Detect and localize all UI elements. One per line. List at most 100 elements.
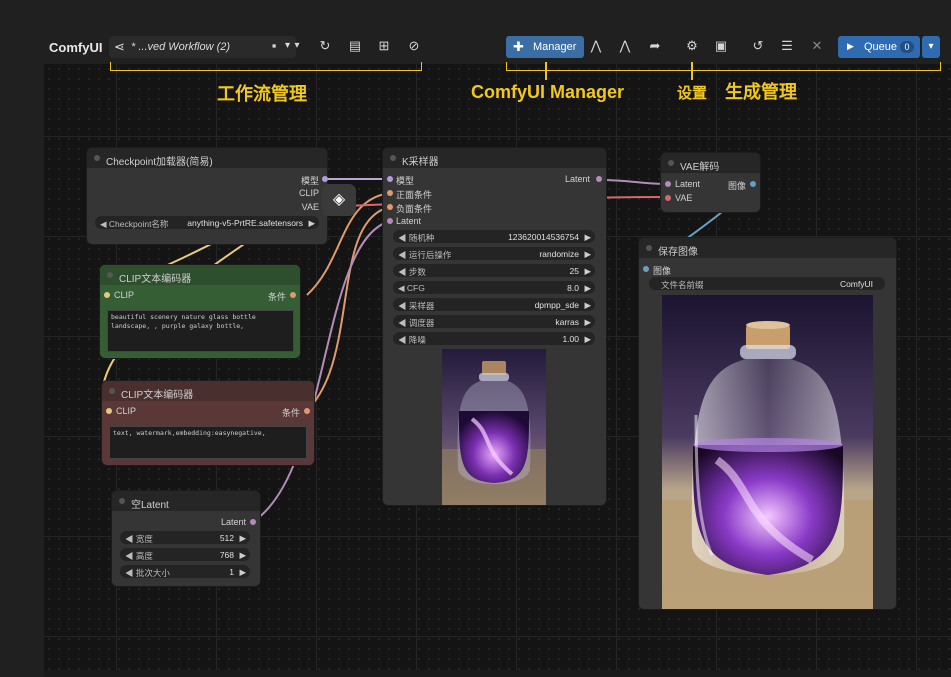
node-checkpoint-loader[interactable]: Checkpoint加载器(简易) 模型 CLIP VAE ◀ Checkpoi… (87, 148, 328, 244)
seed-widget[interactable]: ◀ 随机种 123620014536754 ▶ (393, 230, 595, 243)
fit-view-icon[interactable]: ⊞ (375, 38, 393, 54)
ckpt-name-widget[interactable]: ◀ Checkpoint名称 anything-v5-PrtRE.safeten… (95, 216, 319, 229)
collapse-dot[interactable] (390, 155, 396, 161)
width-widget[interactable]: ◀ 宽度 512 ▶ (120, 531, 250, 544)
widget-label: 随机种 (408, 232, 435, 243)
input-latent: Latent (675, 179, 701, 189)
widget-value: anything-v5-PrtRE.safetensors (187, 217, 303, 228)
node-title: VAE解码 (680, 162, 720, 173)
node-clip-positive[interactable]: CLIP文本编码器 CLIP 条件 beautiful scenery natu… (100, 265, 300, 358)
node-header[interactable]: CLIP文本编码器 (102, 381, 314, 401)
latent-input-dot[interactable] (387, 218, 393, 224)
height-widget[interactable]: ◀ 高度 768 ▶ (120, 548, 250, 561)
output-vae: VAE (301, 202, 319, 212)
model-input-dot[interactable] (387, 176, 393, 182)
output-image (662, 295, 873, 609)
output-conditioning: 条件 (267, 292, 286, 302)
widget-value: 768 (219, 549, 234, 560)
queue-button[interactable]: ▶ Queue 0 (838, 36, 920, 58)
save-icon[interactable]: ▪ (265, 38, 283, 53)
gear-icon[interactable]: ⚙ (683, 38, 701, 54)
negative-input-dot[interactable] (387, 204, 393, 210)
prompt-textarea[interactable]: beautiful scenery nature glass bottle la… (107, 310, 294, 352)
node-header[interactable]: CLIP文本编码器 (100, 265, 300, 285)
collapse-dot[interactable] (119, 498, 125, 504)
model-slot-dot[interactable] (322, 176, 328, 182)
input-model: 模型 (396, 176, 415, 186)
widget-label: Checkpoint名称 (108, 218, 169, 229)
widget-value: 123620014536754 (508, 231, 579, 242)
refresh-icon[interactable]: ↻ (316, 38, 334, 54)
collapse-dot[interactable] (668, 160, 674, 166)
collapse-dot[interactable] (646, 245, 652, 251)
output-latent: Latent (220, 517, 246, 527)
sampler-widget[interactable]: ◀ 采样器 dpmpp_sde ▶ (393, 298, 595, 311)
widget-label: CFG (406, 282, 425, 293)
clipboard-icon[interactable]: ▤ (346, 38, 364, 54)
manager-button[interactable]: ✚ Manager (506, 36, 584, 58)
widget-value: ComfyUI (839, 278, 873, 289)
manager-pointer (545, 62, 547, 80)
arrow-right-icon[interactable]: ▶ (308, 218, 315, 229)
node-header[interactable]: 保存图像 (639, 238, 896, 258)
steps-widget[interactable]: ◀ 步数 25 ▶ (393, 264, 595, 277)
queue-list-icon[interactable]: ☰ (778, 38, 796, 54)
node-clip-negative[interactable]: CLIP文本编码器 CLIP 条件 text, watermark,embedd… (102, 381, 314, 465)
node-title: CLIP文本编码器 (119, 274, 192, 285)
model-alt-icon[interactable]: ⋀ (616, 38, 634, 54)
cfg-widget[interactable]: ◀ CFG 8.0 ▶ (393, 281, 595, 294)
latent-input-dot[interactable] (665, 181, 671, 187)
positive-input-dot[interactable] (387, 190, 393, 196)
node-header[interactable]: Checkpoint加载器(简易) (87, 148, 327, 168)
node-ksampler[interactable]: K采样器 模型 正面条件 负面条件 Latent Latent ◀ 随机种 123… (383, 148, 606, 505)
model-icon[interactable]: ⋀ (587, 38, 605, 54)
denoise-widget[interactable]: ◀ 降噪 1.00 ▶ (393, 332, 595, 345)
chevron-down-icon[interactable]: ▾ (288, 40, 306, 51)
node-save-image[interactable]: 保存图像 图像 文件名前缀 ComfyUI (639, 238, 896, 609)
clear-icon[interactable]: ⊘ (405, 38, 423, 54)
widget-value: 1 (229, 566, 234, 577)
scheduler-widget[interactable]: ◀ 调度器 karras ▶ (393, 315, 595, 328)
node-empty-latent[interactable]: 空Latent Latent ◀ 宽度 512 ▶ ◀ 高度 768 ▶ ◀ 批次大小 1… (112, 491, 260, 586)
node-title: K采样器 (402, 157, 439, 168)
negative-prompt-textarea[interactable]: text, watermark,embedding:easynegative, (109, 426, 307, 459)
node-library-icon[interactable]: ◈ (322, 184, 356, 216)
collapse-dot[interactable] (107, 272, 113, 278)
image-output-dot[interactable] (750, 181, 756, 187)
vae-input-dot[interactable] (665, 195, 671, 201)
node-header[interactable]: K采样器 (383, 148, 606, 168)
clip-input-dot[interactable] (106, 408, 112, 414)
input-vae: VAE (675, 193, 693, 203)
share-arrow-icon[interactable]: ➦ (646, 38, 664, 54)
batch-size-widget[interactable]: ◀ 批次大小 1 ▶ (120, 565, 250, 578)
node-title: CLIP文本编码器 (121, 390, 194, 401)
latent-output-dot[interactable] (596, 176, 602, 182)
widget-label: 高度 (135, 550, 153, 561)
history-icon[interactable]: ↺ (749, 38, 767, 54)
share-icon: ⋖ (114, 39, 125, 54)
filename-prefix-widget[interactable]: 文件名前缀 ComfyUI (649, 277, 885, 290)
cond-output-dot[interactable] (304, 408, 310, 414)
latent-output-dot[interactable] (250, 519, 256, 525)
manager-bracket (506, 62, 941, 71)
puzzle-icon: ✚ (513, 39, 524, 54)
gallery-icon[interactable]: ▣ (712, 38, 730, 54)
control-after-generate-widget[interactable]: ◀ 运行后操作 randomize ▶ (393, 247, 595, 260)
collapse-dot[interactable] (109, 388, 115, 394)
clip-input-dot[interactable] (104, 292, 110, 298)
output-latent: Latent (564, 174, 590, 184)
queue-options-chevron-icon[interactable]: ▾ (922, 36, 940, 58)
workflow-title: * ...ved Workflow (2) (131, 41, 231, 53)
node-title: 保存图像 (658, 247, 698, 258)
node-header[interactable]: 空Latent (112, 491, 260, 511)
collapse-dot[interactable] (94, 155, 100, 161)
widget-value: 1.00 (562, 333, 579, 344)
settings-pointer (691, 62, 693, 80)
node-header[interactable]: VAE解码 (661, 153, 760, 173)
node-vae-decode[interactable]: VAE解码 Latent VAE 图像 (661, 153, 760, 212)
play-icon: ▶ (847, 41, 854, 51)
preview-image (442, 349, 546, 505)
close-icon[interactable]: ✕ (808, 38, 826, 54)
cond-output-dot[interactable] (290, 292, 296, 298)
image-input-dot[interactable] (643, 266, 649, 272)
